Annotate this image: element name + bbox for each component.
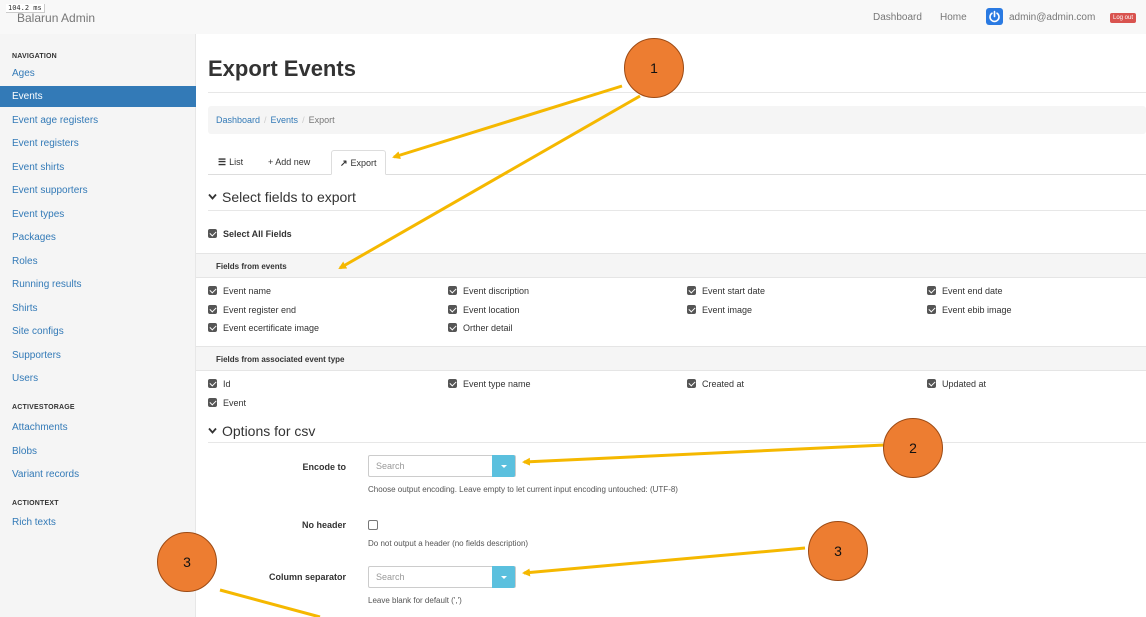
tab-list-label: List: [229, 157, 244, 167]
field-checkbox[interactable]: Event: [208, 398, 246, 408]
field-checkbox[interactable]: Created at: [687, 379, 744, 389]
no-header-help: Do not output a header (no fields descri…: [368, 539, 529, 548]
field-checkbox[interactable]: Event name: [208, 286, 271, 296]
chevron-down-icon: [208, 193, 217, 200]
sidebar-item-site-configs[interactable]: Site configs: [0, 321, 196, 342]
encode-to-label: Encode to: [302, 462, 346, 472]
field-checkbox[interactable]: Event type name: [448, 379, 531, 389]
events-fields-group: Fields from events: [196, 253, 1146, 278]
field-label: Updated at: [942, 379, 987, 389]
chevron-down-icon: [208, 427, 217, 434]
field-label: Event ebib image: [942, 305, 1012, 315]
field-checkbox[interactable]: Orther detail: [448, 323, 513, 333]
breadcrumb-events[interactable]: Events: [271, 115, 299, 125]
field-label: Event register end: [223, 305, 297, 315]
sidebar-item-event-types[interactable]: Event types: [0, 204, 196, 225]
breadcrumb-dashboard[interactable]: Dashboard: [216, 115, 260, 125]
tab-add-new[interactable]: + Add new: [260, 150, 318, 175]
field-label: Event location: [463, 305, 520, 315]
page-title: Export Events: [208, 56, 356, 81]
sidebar-item-supporters[interactable]: Supporters: [0, 345, 196, 366]
sidebar-item-blobs[interactable]: Blobs: [0, 441, 196, 462]
list-icon: ☰: [218, 157, 227, 167]
section-divider: [208, 442, 1146, 443]
field-label: Event ecertificate image: [223, 323, 320, 333]
tab-export-label: Export: [350, 158, 377, 168]
tab-export[interactable]: ↗ Export: [331, 150, 386, 175]
encode-to-select[interactable]: Search: [368, 455, 516, 477]
sidebar-item-attachments[interactable]: Attachments: [0, 417, 196, 438]
field-checkbox[interactable]: Event location: [448, 305, 520, 315]
column-separator-label: Column separator: [268, 572, 346, 582]
sidebar-item-event-supporters[interactable]: Event supporters: [0, 180, 196, 201]
field-checkbox[interactable]: Event image: [687, 305, 752, 315]
field-label: Event end date: [942, 286, 1003, 296]
field-label: Event name: [223, 286, 272, 296]
csv-section-title[interactable]: Options for csv: [208, 423, 315, 439]
sidebar-heading-actiontext: ACTIONTEXT: [12, 500, 59, 507]
field-label: Event start date: [702, 286, 766, 296]
sidebar-item-event-age-registers[interactable]: Event age registers: [0, 110, 196, 131]
field-checkbox[interactable]: Event start date: [687, 286, 765, 296]
column-separator-select[interactable]: Search: [368, 566, 516, 588]
sidebar-item-variant-records[interactable]: Variant records: [0, 464, 196, 485]
sidebar-item-event-shirts[interactable]: Event shirts: [0, 157, 196, 178]
select-all-checkbox[interactable]: Select All Fields: [208, 229, 292, 239]
field-label: Orther detail: [463, 323, 513, 333]
title-divider: [208, 92, 1146, 93]
logout-button[interactable]: Log out: [1110, 13, 1137, 23]
event-type-fields-group: Fields from associated event type: [196, 346, 1146, 371]
dropdown-caret-icon[interactable]: [492, 455, 515, 477]
encode-to-help: Choose output encoding. Leave empty to l…: [368, 485, 678, 494]
breadcrumb-current: Export: [308, 115, 335, 125]
sidebar-item-running-results[interactable]: Running results: [0, 274, 196, 295]
nav-dashboard-link[interactable]: Dashboard: [873, 12, 922, 23]
sidebar-heading-navigation: NAVIGATION: [12, 53, 57, 60]
nav-home-link[interactable]: Home: [940, 12, 967, 23]
field-checkbox[interactable]: Event end date: [927, 286, 1003, 296]
sidebar-item-events[interactable]: Events: [0, 86, 196, 107]
csv-section-title-text: Options for csv: [222, 423, 316, 439]
field-label: Event type name: [463, 379, 531, 389]
sidebar-item-packages[interactable]: Packages: [0, 227, 196, 248]
field-checkbox[interactable]: Event ecertificate image: [208, 323, 319, 333]
sidebar-item-roles[interactable]: Roles: [0, 251, 196, 272]
column-separator-placeholder: Search: [376, 572, 405, 582]
section-divider: [208, 210, 1146, 211]
no-header-label: No header: [301, 520, 346, 530]
field-checkbox[interactable]: Updated at: [927, 379, 986, 389]
sidebar-item-users[interactable]: Users: [0, 368, 196, 389]
top-navbar: 104.2 ms Balarun Admin Dashboard Home ad…: [0, 0, 1146, 34]
tab-list[interactable]: ☰ List: [210, 150, 251, 175]
field-label: Created at: [702, 379, 745, 389]
main-content: Export Events Dashboard / Events / Export ☰ L…: [196, 34, 1146, 617]
dropdown-caret-icon[interactable]: [492, 566, 515, 588]
field-checkbox[interactable]: Event discription: [448, 286, 529, 296]
field-label: Event: [223, 398, 247, 408]
breadcrumb: Dashboard / Events / Export: [208, 106, 1146, 134]
field-checkbox[interactable]: Event register end: [208, 305, 296, 315]
fields-section-title[interactable]: Select fields to export: [208, 189, 356, 205]
field-checkbox[interactable]: Id: [208, 379, 231, 389]
no-header-checkbox[interactable]: [368, 520, 378, 530]
field-checkbox[interactable]: Event ebib image: [927, 305, 1012, 315]
sidebar-item-shirts[interactable]: Shirts: [0, 298, 196, 319]
field-label: Event discription: [463, 286, 530, 296]
fields-section-title-text: Select fields to export: [222, 189, 356, 205]
power-icon[interactable]: [986, 8, 1003, 25]
sidebar-item-ages[interactable]: Ages: [0, 63, 196, 84]
sidebar-item-rich-texts[interactable]: Rich texts: [0, 512, 196, 533]
user-email-link[interactable]: admin@admin.com: [1009, 12, 1095, 23]
field-label: Event image: [702, 305, 753, 315]
checkbox-icon: [208, 229, 217, 238]
field-label: Id: [223, 379, 231, 389]
select-all-label: Select All Fields: [223, 229, 292, 239]
sidebar-heading-activestorage: ACTIVESTORAGE: [12, 404, 75, 411]
sidebar: NAVIGATION Ages Events Event age registe…: [0, 34, 196, 617]
export-icon: ↗: [340, 158, 348, 168]
encode-to-placeholder: Search: [376, 461, 405, 471]
column-separator-help: Leave blank for default (','): [368, 596, 462, 605]
brand-link[interactable]: Balarun Admin: [17, 11, 95, 25]
sidebar-item-event-registers[interactable]: Event registers: [0, 133, 196, 154]
